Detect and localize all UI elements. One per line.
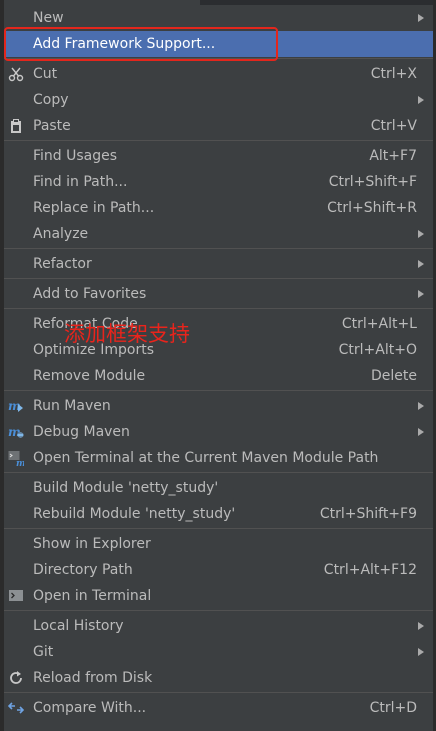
- submenu-arrow-icon: [418, 428, 424, 436]
- menu-item-shortcut: Ctrl+Shift+R: [327, 200, 417, 216]
- menu-item-label: Copy: [33, 92, 69, 108]
- menu-item-label: Run Maven: [33, 398, 111, 414]
- menu-item-label: Local History: [33, 618, 124, 634]
- menu-item-label: Open Terminal at the Current Maven Modul…: [33, 450, 379, 466]
- menu-item-label: Add to Favorites: [33, 286, 147, 302]
- menu-item-remove-module[interactable]: Remove Module Delete: [4, 363, 433, 389]
- menu-item-shortcut: Ctrl+Alt+O: [338, 342, 417, 358]
- menu-item-label: Find in Path...: [33, 174, 128, 190]
- clipboard-icon: [8, 118, 24, 134]
- highlight-box: [4, 27, 278, 61]
- menu-item-local-history[interactable]: Local History: [4, 613, 433, 639]
- menu-item-label: Remove Module: [33, 368, 146, 384]
- menu-item-label: Compare With...: [33, 700, 147, 716]
- menu-item-label: Reload from Disk: [33, 670, 153, 686]
- menu-item-label: Find Usages: [33, 148, 118, 164]
- menu-item-label: Analyze: [33, 226, 89, 242]
- annotation-text: 添加框架支持: [64, 322, 190, 346]
- menu-item-find-usages[interactable]: Find Usages Alt+F7: [4, 143, 433, 169]
- menu-item-reload-from-disk[interactable]: Reload from Disk: [4, 665, 433, 691]
- menu-item-find-in-path[interactable]: Find in Path... Ctrl+Shift+F: [4, 169, 433, 195]
- svg-text:m: m: [16, 459, 24, 466]
- menu-item-debug-maven[interactable]: m Debug Maven: [4, 419, 433, 445]
- menu-item-label: Git: [33, 644, 54, 660]
- submenu-arrow-icon: [418, 96, 424, 104]
- menu-item-shortcut: Ctrl+Alt+L: [341, 316, 417, 332]
- context-menu: New Add Framework Support... Cut Ctrl+X …: [4, 5, 433, 721]
- compare-icon: [8, 700, 24, 716]
- menu-item-label: Replace in Path...: [33, 200, 155, 216]
- menu-item-shortcut: Ctrl+Alt+F12: [323, 562, 417, 578]
- menu-item-label: Paste: [33, 118, 71, 134]
- submenu-arrow-icon: [418, 230, 424, 238]
- menu-item-git[interactable]: Git: [4, 639, 433, 665]
- reload-icon: [8, 670, 24, 686]
- menu-item-shortcut: Ctrl+V: [370, 118, 417, 134]
- menu-item-label: Directory Path: [33, 562, 133, 578]
- menu-item-shortcut: Ctrl+X: [370, 66, 417, 82]
- submenu-arrow-icon: [418, 648, 424, 656]
- menu-item-analyze[interactable]: Analyze: [4, 221, 433, 247]
- menu-item-shortcut: Ctrl+Shift+F: [328, 174, 417, 190]
- menu-item-compare-with[interactable]: Compare With... Ctrl+D: [4, 695, 433, 721]
- menu-item-shortcut: Alt+F7: [369, 148, 417, 164]
- menu-item-shortcut: Ctrl+Shift+F9: [319, 506, 417, 522]
- menu-item-label: Show in Explorer: [33, 536, 151, 552]
- menu-item-label: Refactor: [33, 256, 92, 272]
- maven-run-icon: m: [8, 398, 24, 414]
- menu-item-open-terminal-maven[interactable]: m Open Terminal at the Current Maven Mod…: [4, 445, 433, 471]
- submenu-arrow-icon: [418, 260, 424, 268]
- maven-terminal-icon: m: [8, 450, 24, 466]
- menu-item-refactor[interactable]: Refactor: [4, 251, 433, 277]
- menu-item-copy[interactable]: Copy: [4, 87, 433, 113]
- maven-debug-icon: m: [8, 424, 24, 440]
- menu-item-run-maven[interactable]: m Run Maven: [4, 393, 433, 419]
- menu-item-rebuild-module[interactable]: Rebuild Module 'netty_study' Ctrl+Shift+…: [4, 501, 433, 527]
- submenu-arrow-icon: [418, 14, 424, 22]
- menu-item-cut[interactable]: Cut Ctrl+X: [4, 61, 433, 87]
- menu-item-directory-path[interactable]: Directory Path Ctrl+Alt+F12: [4, 557, 433, 583]
- menu-item-replace-in-path[interactable]: Replace in Path... Ctrl+Shift+R: [4, 195, 433, 221]
- terminal-icon: [8, 588, 24, 604]
- menu-item-paste[interactable]: Paste Ctrl+V: [4, 113, 433, 139]
- menu-item-label: Open in Terminal: [33, 588, 152, 604]
- menu-item-label: Cut: [33, 66, 58, 82]
- menu-item-shortcut: Ctrl+D: [369, 700, 417, 716]
- menu-item-label: Debug Maven: [33, 424, 130, 440]
- menu-item-label: Build Module 'netty_study': [33, 480, 219, 496]
- menu-item-open-in-terminal[interactable]: Open in Terminal: [4, 583, 433, 609]
- menu-item-build-module[interactable]: Build Module 'netty_study': [4, 475, 433, 501]
- submenu-arrow-icon: [418, 622, 424, 630]
- menu-item-label: Rebuild Module 'netty_study': [33, 506, 236, 522]
- menu-item-add-to-favorites[interactable]: Add to Favorites: [4, 281, 433, 307]
- submenu-arrow-icon: [418, 402, 424, 410]
- menu-item-show-in-explorer[interactable]: Show in Explorer: [4, 531, 433, 557]
- scissors-icon: [8, 66, 24, 82]
- submenu-arrow-icon: [418, 290, 424, 298]
- menu-item-shortcut: Delete: [371, 368, 417, 384]
